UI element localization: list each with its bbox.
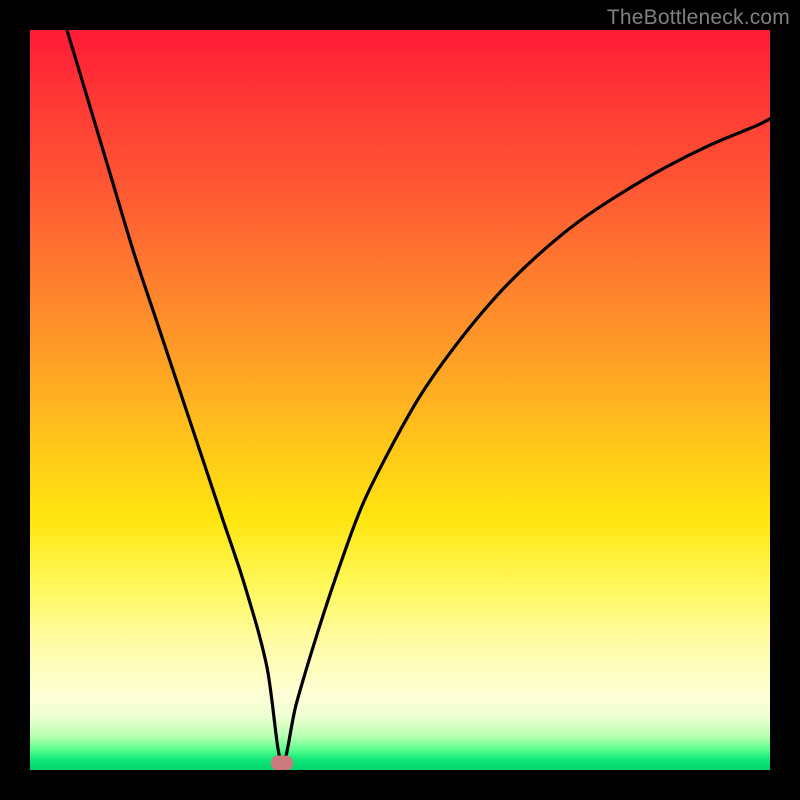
chart-frame: TheBottleneck.com bbox=[0, 0, 800, 800]
bottleneck-curve bbox=[67, 30, 770, 763]
plot-area bbox=[30, 30, 770, 770]
curve-svg bbox=[30, 30, 770, 770]
watermark-text: TheBottleneck.com bbox=[607, 6, 790, 30]
optimum-marker bbox=[271, 755, 293, 770]
